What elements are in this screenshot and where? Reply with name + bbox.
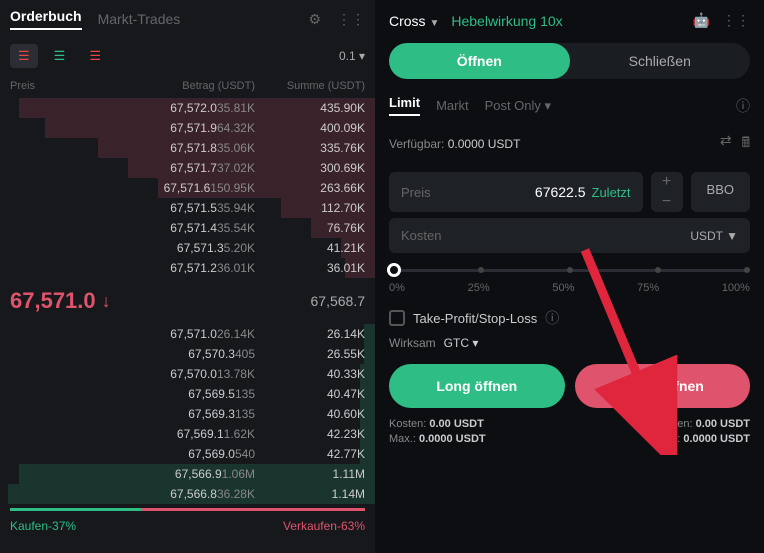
open-short-button[interactable]: Short öffnen — [575, 364, 751, 408]
close-position-tab[interactable]: Schließen — [570, 43, 751, 79]
orderbook-row[interactable]: 67,571.835.06K335.76K — [0, 138, 375, 158]
leverage-selector[interactable]: Hebelwirkung 10x — [451, 13, 562, 29]
orderbook-row[interactable]: 67,566.91.06M1.11M — [0, 464, 375, 484]
time-in-force-label: Wirksam — [389, 336, 436, 350]
tab-trades[interactable]: Markt-Trades — [98, 11, 181, 27]
orderbook-row[interactable]: 67,571.236.01K36.01K — [0, 258, 375, 278]
tab-orderbook[interactable]: Orderbuch — [10, 8, 82, 30]
price-direction-icon: ↓ — [102, 291, 111, 312]
last-price: 67,571.0 — [10, 288, 96, 314]
open-position-tab[interactable]: Öffnen — [389, 43, 570, 79]
bbo-button[interactable]: BBO — [691, 172, 750, 212]
orderbook-row[interactable]: 67,569.313540.60K — [0, 404, 375, 424]
more-icon[interactable]: ⋮⋮ — [337, 11, 365, 28]
orderbook-row[interactable]: 67,571.737.02K300.69K — [0, 158, 375, 178]
calculator-icon[interactable]: 🖩 — [742, 132, 750, 156]
order-type-market[interactable]: Markt — [436, 98, 469, 113]
tpsl-checkbox[interactable] — [389, 310, 405, 326]
orderbook-row[interactable]: 67,569.054042.77K — [0, 444, 375, 464]
orderbook-row[interactable]: 67,571.6150.95K263.66K — [0, 178, 375, 198]
tpsl-label: Take-Profit/Stop-Loss — [413, 311, 537, 326]
open-long-button[interactable]: Long öffnen — [389, 364, 565, 408]
orderbook-row[interactable]: 67,571.35.20K41.21K — [0, 238, 375, 258]
col-amount: Betrag (USDT) — [90, 80, 255, 92]
mark-price: 67,568.7 — [311, 293, 366, 309]
order-type-limit[interactable]: Limit — [389, 95, 420, 116]
settings-icon[interactable]: ⚙ — [308, 11, 321, 28]
orderbook-row[interactable]: 67,570.340526.55K — [0, 344, 375, 364]
transfer-icon[interactable]: ⇄ — [720, 132, 732, 156]
orderbook-row[interactable]: 67,571.964.32K400.09K — [0, 118, 375, 138]
orderbook-row[interactable]: 67,569.11.62K42.23K — [0, 424, 375, 444]
order-type-postonly[interactable]: Post Only ▾ — [485, 98, 552, 114]
available-value: 0.0000 USDT — [448, 137, 521, 151]
tpsl-info-icon[interactable]: ⓘ — [545, 308, 559, 328]
col-total: Summe (USDT) — [255, 80, 365, 92]
bot-icon[interactable]: 🤖 — [693, 12, 710, 29]
available-label: Verfügbar: — [389, 137, 444, 151]
orderbook-row[interactable]: 67,569.513540.47K — [0, 384, 375, 404]
margin-mode-selector[interactable]: Cross ▼ — [389, 13, 439, 29]
orderbook-row[interactable]: 67,571.435.54K76.76K — [0, 218, 375, 238]
buy-ratio: Kaufen-37% — [10, 519, 76, 533]
orderbook-row[interactable]: 67,571.026.14K26.14K — [0, 324, 375, 344]
tick-size-selector[interactable]: 0.1 ▾ — [339, 49, 365, 63]
panel-more-icon[interactable]: ⋮⋮ — [722, 12, 750, 29]
depth-sell-bar — [141, 508, 365, 511]
price-decrease-button[interactable]: − — [651, 192, 683, 212]
orderbook-view-asks[interactable]: ☰ — [81, 44, 109, 68]
cost-input[interactable]: Kosten USDT ▼ — [389, 218, 750, 253]
price-increase-button[interactable]: + — [651, 172, 683, 192]
orderbook-view-bids[interactable]: ☰ — [46, 44, 74, 68]
depth-buy-bar — [10, 508, 141, 511]
orderbook-row[interactable]: 67,566.836.28K1.14M — [0, 484, 375, 504]
amount-slider[interactable] — [389, 269, 750, 272]
cost-unit-selector[interactable]: USDT ▼ — [690, 229, 738, 243]
slider-thumb[interactable] — [387, 263, 401, 277]
price-last-button[interactable]: Zuletzt — [592, 185, 631, 200]
sell-ratio: Verkaufen-63% — [283, 519, 365, 533]
price-input[interactable]: Preis 67622.5 Zuletzt — [389, 172, 643, 212]
info-icon[interactable]: ⓘ — [736, 96, 750, 116]
col-price: Preis — [10, 80, 90, 92]
orderbook-view-both[interactable]: ☰ — [10, 44, 38, 68]
orderbook-row[interactable]: 67,571.535.94K112.70K — [0, 198, 375, 218]
orderbook-row[interactable]: 67,570.013.78K40.33K — [0, 364, 375, 384]
time-in-force-selector[interactable]: GTC ▾ — [444, 336, 479, 350]
orderbook-row[interactable]: 67,572.035.81K435.90K — [0, 98, 375, 118]
